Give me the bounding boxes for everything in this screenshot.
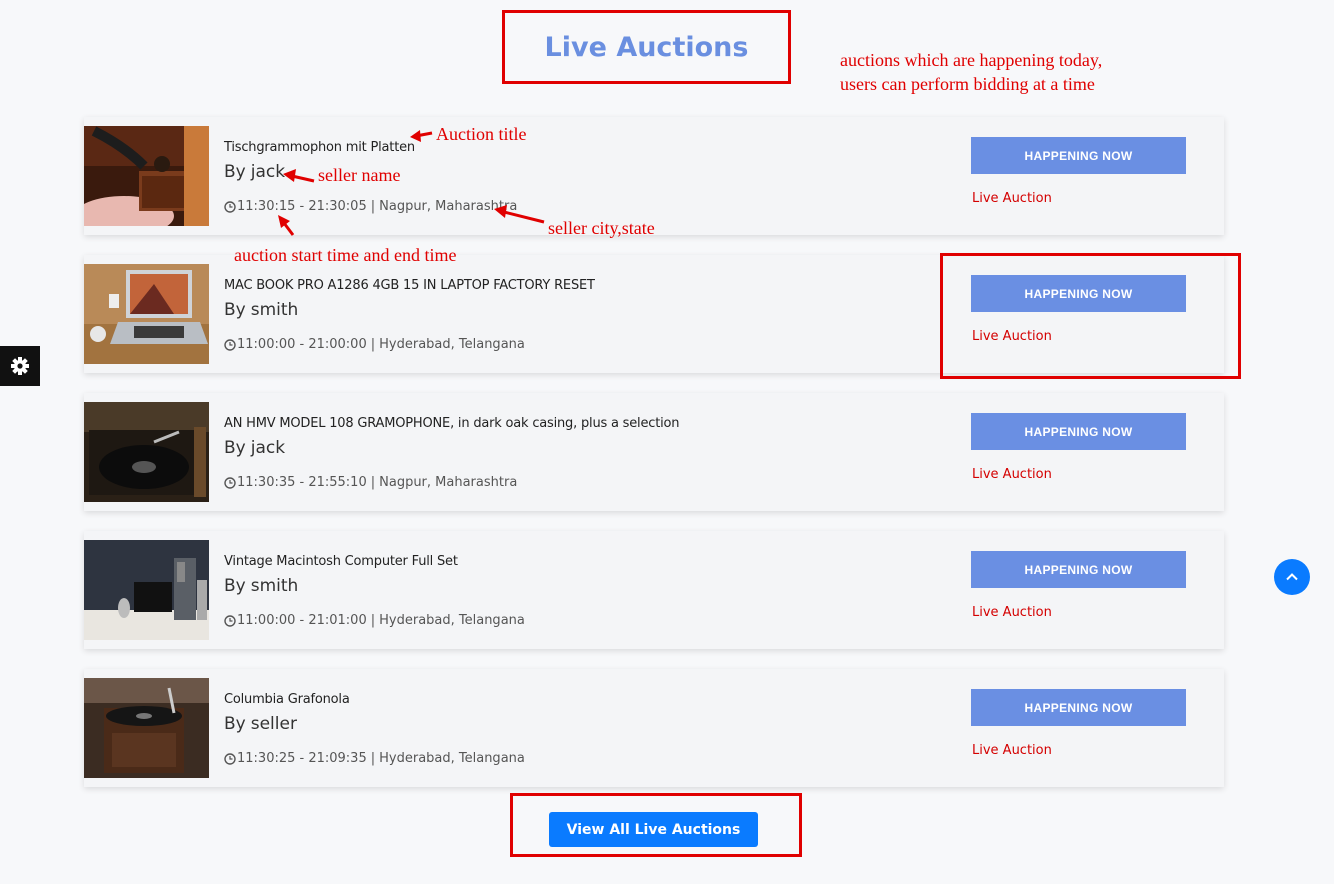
annotation-arrows	[278, 130, 545, 236]
